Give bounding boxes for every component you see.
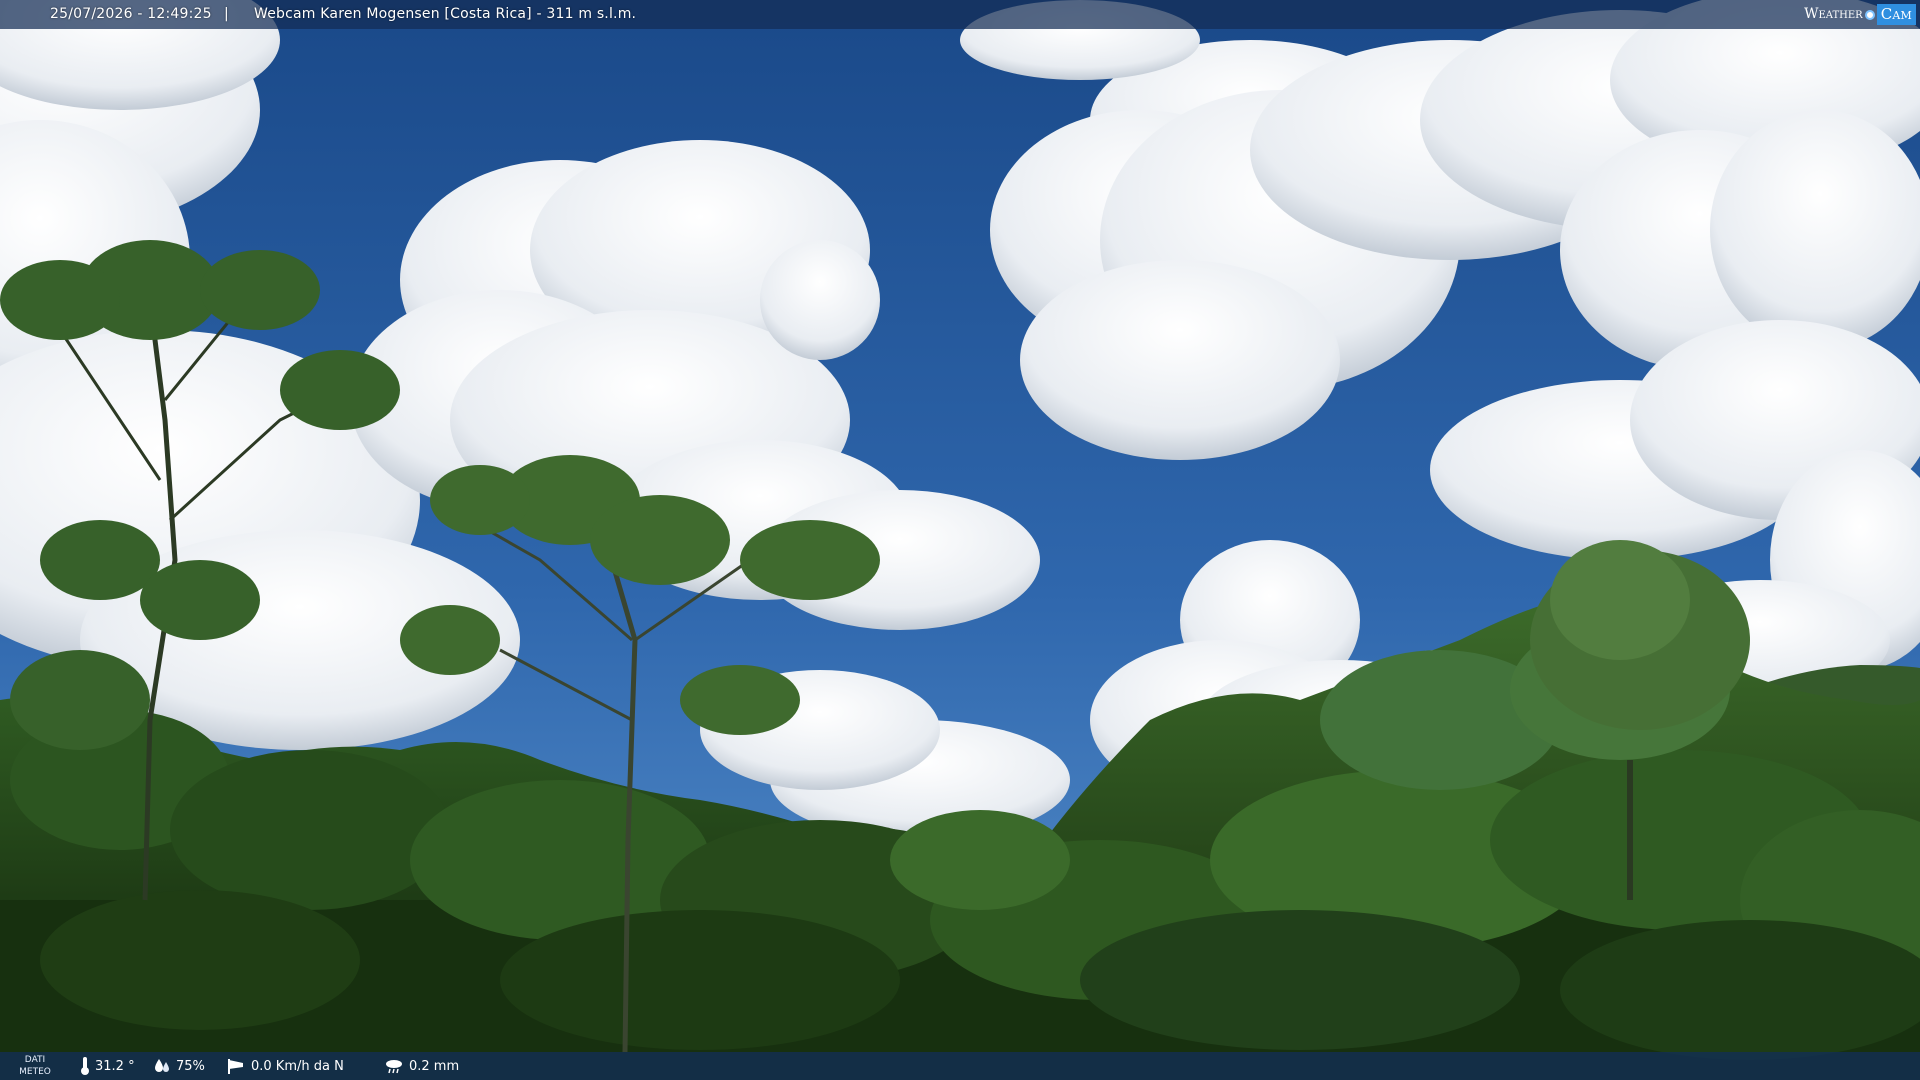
webcam-title: Webcam Karen Mogensen [Costa Rica] - 311…: [254, 6, 637, 22]
weathercam-logo: Weather Cam: [1804, 3, 1916, 26]
logo-weather-text: Weather: [1804, 6, 1863, 22]
humidity-reading: 75%: [153, 1052, 205, 1080]
webcam-frame: 25/07/2026 - 12:49:25 | Webcam Karen Mog…: [0, 0, 1920, 1080]
logo-dot-icon: [1864, 9, 1875, 20]
temperature-reading: 31.2 °: [80, 1052, 135, 1080]
temperature-value: 31.2 °: [95, 1058, 135, 1074]
rain-value: 0.2 mm: [409, 1058, 460, 1074]
humidity-value: 75%: [176, 1058, 205, 1074]
wind-reading: 0.0 Km/h da N: [226, 1052, 344, 1080]
weather-label: DATI METEO: [18, 1054, 52, 1078]
humidity-drop-icon: [155, 1059, 169, 1072]
rain-cloud-icon: [386, 1060, 402, 1074]
top-info-bar: 25/07/2026 - 12:49:25 | Webcam Karen Mog…: [0, 0, 1920, 29]
header-separator: |: [224, 6, 229, 22]
weather-data-bar: DATI METEO 31.2 ° 75% 0.0 Km/h da N 0.2 …: [0, 1052, 1920, 1080]
rain-reading: 0.2 mm: [384, 1052, 459, 1080]
wind-value: 0.0 Km/h da N: [251, 1058, 344, 1074]
weather-label-line1: DATI: [24, 1055, 46, 1065]
logo-cam-text: Cam: [1876, 4, 1916, 25]
thermometer-icon: [81, 1057, 89, 1075]
webcam-scene: [0, 0, 1920, 1080]
timestamp: 25/07/2026 - 12:49:25: [50, 6, 212, 22]
wind-sock-icon: [228, 1059, 243, 1074]
weather-label-line2: METEO: [19, 1067, 51, 1077]
